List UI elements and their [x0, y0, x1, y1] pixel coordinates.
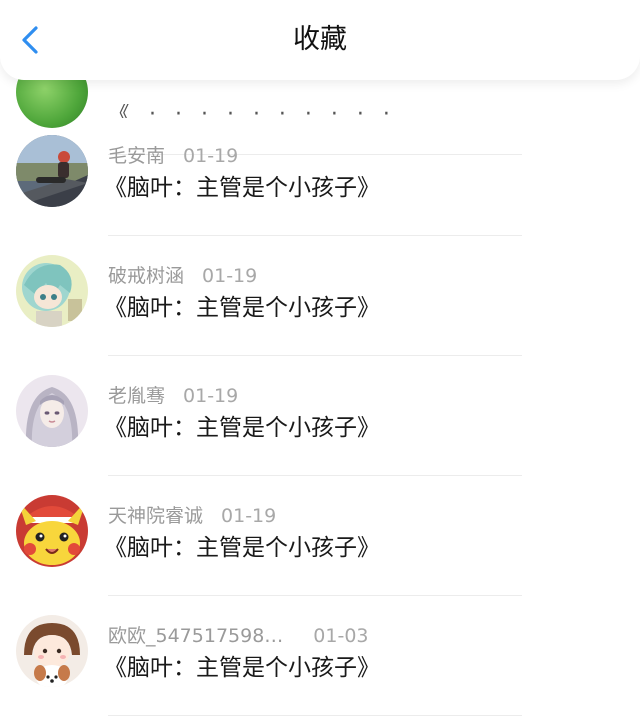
divider	[108, 355, 522, 356]
item-meta: 欧欧_547517598… 01-03	[108, 623, 369, 649]
list-item[interactable]: 破戒树涵 01-19 《脑叶：主管是个小孩子》	[0, 238, 640, 358]
divider	[108, 235, 522, 236]
item-title[interactable]: 《脑叶：主管是个小孩子》	[104, 413, 380, 443]
date: 01-19	[183, 385, 239, 407]
list-item[interactable]: 老胤骞 01-19 《脑叶：主管是个小孩子》	[0, 358, 640, 478]
avatar[interactable]	[16, 375, 88, 447]
username[interactable]: 毛安南	[108, 145, 165, 167]
item-title[interactable]: 《脑叶：主管是个小孩子》	[104, 173, 380, 203]
avatar[interactable]	[16, 255, 88, 327]
item-meta: 天神院睿诚 01-19	[108, 503, 276, 529]
date: 01-19	[183, 145, 239, 167]
avatar[interactable]	[16, 615, 88, 687]
nav-header: 收藏	[0, 0, 640, 80]
username[interactable]: 天神院睿诚	[108, 505, 203, 527]
divider	[108, 715, 522, 716]
favorites-page: 《 · · · · · · · · · · · · · · 》 毛安南 01-19	[0, 0, 640, 717]
page-title: 收藏	[293, 24, 347, 55]
item-meta: 老胤骞 01-19	[108, 383, 238, 409]
list-item[interactable]: 天神院睿诚 01-19 《脑叶：主管是个小孩子》	[0, 478, 640, 598]
item-title-partial: 《 · · · · · · · · · · · · · · 》	[108, 104, 396, 118]
date: 01-03	[313, 625, 369, 647]
list-item[interactable]: 欧欧_547517598… 01-03 《脑叶：主管是个小孩子》	[0, 598, 640, 717]
list-item[interactable]: 毛安南 01-19 《脑叶：主管是个小孩子》	[0, 118, 640, 238]
username[interactable]: 老胤骞	[108, 385, 165, 407]
date: 01-19	[202, 265, 258, 287]
item-meta: 破戒树涵 01-19	[108, 263, 257, 289]
username[interactable]: 破戒树涵	[108, 265, 184, 287]
divider	[108, 595, 522, 596]
item-meta: 毛安南 01-19	[108, 143, 238, 169]
avatar[interactable]	[16, 135, 88, 207]
item-title[interactable]: 《脑叶：主管是个小孩子》	[104, 653, 380, 683]
date: 01-19	[221, 505, 277, 527]
item-title[interactable]: 《脑叶：主管是个小孩子》	[104, 293, 380, 323]
username[interactable]: 欧欧_547517598…	[108, 625, 283, 647]
item-title[interactable]: 《脑叶：主管是个小孩子》	[104, 533, 380, 563]
divider	[108, 475, 522, 476]
avatar[interactable]	[16, 495, 88, 567]
